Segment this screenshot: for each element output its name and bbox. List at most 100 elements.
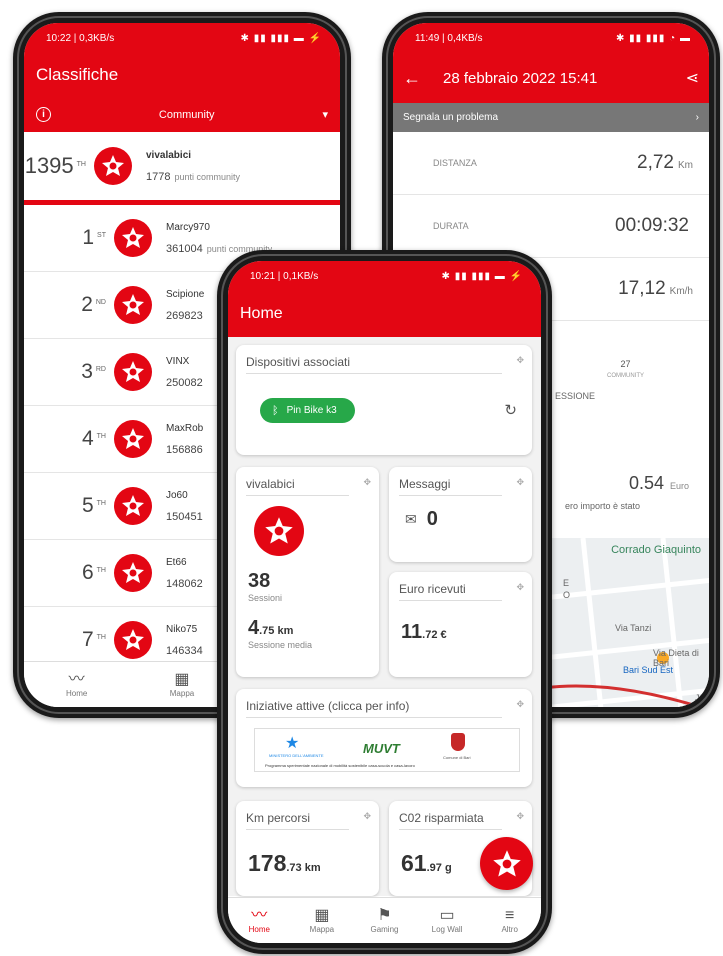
dashboard: Dispositivi associati ✥ ᛒ Pin Bike k3 ↻ vi… (228, 337, 541, 896)
community-label: COMMUNITY (607, 373, 644, 379)
avg-km-decimal: .75 km (259, 625, 294, 637)
star-logo-icon (114, 353, 152, 391)
bottom-nav: 〰 Home ▦ Mappa ⚑ Gaming ▭ Log Wall ≡ Altro (228, 897, 541, 943)
move-icon[interactable]: ✥ (516, 582, 524, 596)
map-label: E (563, 578, 570, 588)
user-card[interactable]: vivalabici ✥ 38 Sessioni 4.75 km Sessione… (236, 467, 379, 677)
device-name: Pin Bike k3 (286, 405, 337, 416)
map-label: JAPI (695, 693, 709, 703)
selector-value: Community (158, 108, 215, 121)
rank-suffix: TH (96, 567, 106, 574)
points-label: punti community (174, 171, 241, 182)
stat-label: DURATA (433, 221, 469, 231)
stat-row: DISTANZA 2,72 Km (393, 132, 709, 195)
messages-card[interactable]: Messaggi ✥ ✉ 0 (389, 467, 532, 562)
user-name: Jo60 (166, 489, 188, 501)
stat-unit: Km (678, 160, 693, 171)
nav-label: Log Wall (431, 925, 463, 934)
stat-value: 2,72 (637, 152, 674, 173)
page-title: Home (240, 305, 283, 322)
community-count: 27 (620, 359, 631, 369)
category-selector[interactable]: i Community ▾ (24, 97, 340, 132)
sessions-label: Sessioni (248, 593, 283, 603)
user-points: 146334 (166, 644, 203, 657)
nav-mappa[interactable]: ▦ Mappa (291, 898, 354, 943)
euro-card[interactable]: Euro ricevuti ✥ 11.72 € (389, 572, 532, 677)
nav-label: Home (248, 925, 270, 934)
nav-altro[interactable]: ≡ Altro (478, 898, 541, 943)
move-icon[interactable]: ✥ (516, 811, 524, 825)
move-icon[interactable]: ✥ (363, 477, 371, 491)
km-card[interactable]: Km percorsi ✥ 178.73 km (236, 801, 379, 896)
card-title: Euro ricevuti (399, 582, 466, 596)
move-icon[interactable]: ✥ (363, 811, 371, 825)
star-logo-icon (492, 849, 521, 876)
nav-gaming[interactable]: ⚑Gaming (353, 898, 416, 943)
status-bar: 10:21 | 0,1KB/s ✱ ▮▮ ▮▮▮ ▬ ⚡ (228, 261, 541, 291)
rank-suffix: RD (95, 366, 106, 373)
fab-action-button[interactable] (480, 837, 533, 890)
move-icon[interactable]: ✥ (516, 477, 524, 491)
report-problem-label: Segnala un problema (403, 112, 499, 123)
status-time: 11:49 | 0,4KB/s (415, 32, 483, 44)
envelope-icon: ✉ (405, 511, 417, 527)
nav-label: Mappa (309, 925, 335, 934)
star-logo-icon (114, 487, 152, 525)
rank-position: 6 (81, 561, 94, 584)
user-name: MaxRob (166, 422, 204, 434)
back-arrow-icon[interactable]: ← (403, 68, 421, 89)
report-problem-bar[interactable]: Segnala un problema › (393, 103, 709, 132)
user-points: 150451 (166, 510, 203, 523)
card-title: C02 risparmiata (399, 811, 484, 825)
initiative-logos: ★ MINISTERO DELL'AMBIENTE MUVT Comune di… (254, 728, 520, 772)
map-top-label: Corrado Giaquinto (611, 544, 701, 556)
euro-note: ero importo è stato (565, 501, 641, 511)
move-icon[interactable]: ✥ (516, 699, 524, 713)
km-decimal: .73 km (286, 862, 321, 874)
rank-position: 2 (81, 293, 93, 316)
user-points: 148062 (166, 577, 203, 590)
nav-home[interactable]: 〰 Home (24, 662, 129, 707)
km-value: 178 (248, 850, 287, 876)
move-icon[interactable]: ✥ (516, 355, 524, 369)
rank-position: 4 (81, 427, 94, 450)
rank-suffix: ST (97, 232, 106, 239)
user-name: Niko75 (166, 623, 198, 635)
co2-decimal: .97 g (426, 862, 452, 874)
rank-position: 7 (81, 628, 94, 651)
app-bar: ← 28 febbraio 2022 15:41 ⋖ (393, 53, 709, 103)
device-chip[interactable]: ᛒ Pin Bike k3 (260, 398, 355, 423)
rank-suffix: TH (76, 161, 86, 168)
my-ranking-row[interactable]: 1395 TH vivalabici 1778 punti community (24, 132, 340, 205)
status-icons: ✱ ▮▮ ▮▮▮ ◔ ▬ (615, 32, 691, 44)
sessions-count: 38 (248, 570, 271, 592)
status-icons: ✱ ▮▮ ▮▮▮ ▬ ⚡ (240, 32, 322, 44)
promo-stage: 10:22 | 0,3KB/s ✱ ▮▮ ▮▮▮ ▬ ⚡ Classifiche… (0, 0, 723, 956)
initiatives-card[interactable]: Iniziative attive (clicca per info) ✥ ★ M… (236, 689, 532, 787)
user-points: 361004 (166, 242, 203, 255)
nav-log-wall[interactable]: ▭ Log Wall (416, 898, 479, 943)
rank-suffix: TH (96, 634, 106, 641)
ministry-logo: ★ (285, 735, 300, 752)
euro-value: 0.54 (629, 473, 665, 493)
co2-value: 61 (401, 850, 427, 876)
map-label: O (563, 590, 571, 600)
nav-home[interactable]: 〰 Home (228, 898, 291, 943)
rank-position: 3 (81, 360, 93, 383)
refresh-icon[interactable]: ↻ (504, 401, 517, 419)
user-points: 269823 (166, 309, 203, 322)
app-bar: Classifiche (24, 53, 340, 97)
star-logo-icon (94, 147, 132, 185)
star-logo-icon (114, 219, 152, 257)
user-points: 250082 (166, 376, 203, 389)
euro-decimal: .72 € (422, 629, 447, 641)
avg-label: Sessione media (248, 640, 313, 650)
route-map[interactable]: Corrado Giaquinto E O Via Tanzi Via Diet… (543, 538, 709, 707)
info-icon[interactable]: i (36, 107, 51, 122)
page-title: 28 febbraio 2022 15:41 (443, 69, 598, 87)
share-icon[interactable]: ⋖ (686, 68, 699, 88)
menu-icon: ≡ (505, 907, 515, 924)
user-name: vivalabici (146, 149, 192, 161)
user-name: Et66 (166, 556, 187, 568)
app-bar: Home (228, 291, 541, 337)
